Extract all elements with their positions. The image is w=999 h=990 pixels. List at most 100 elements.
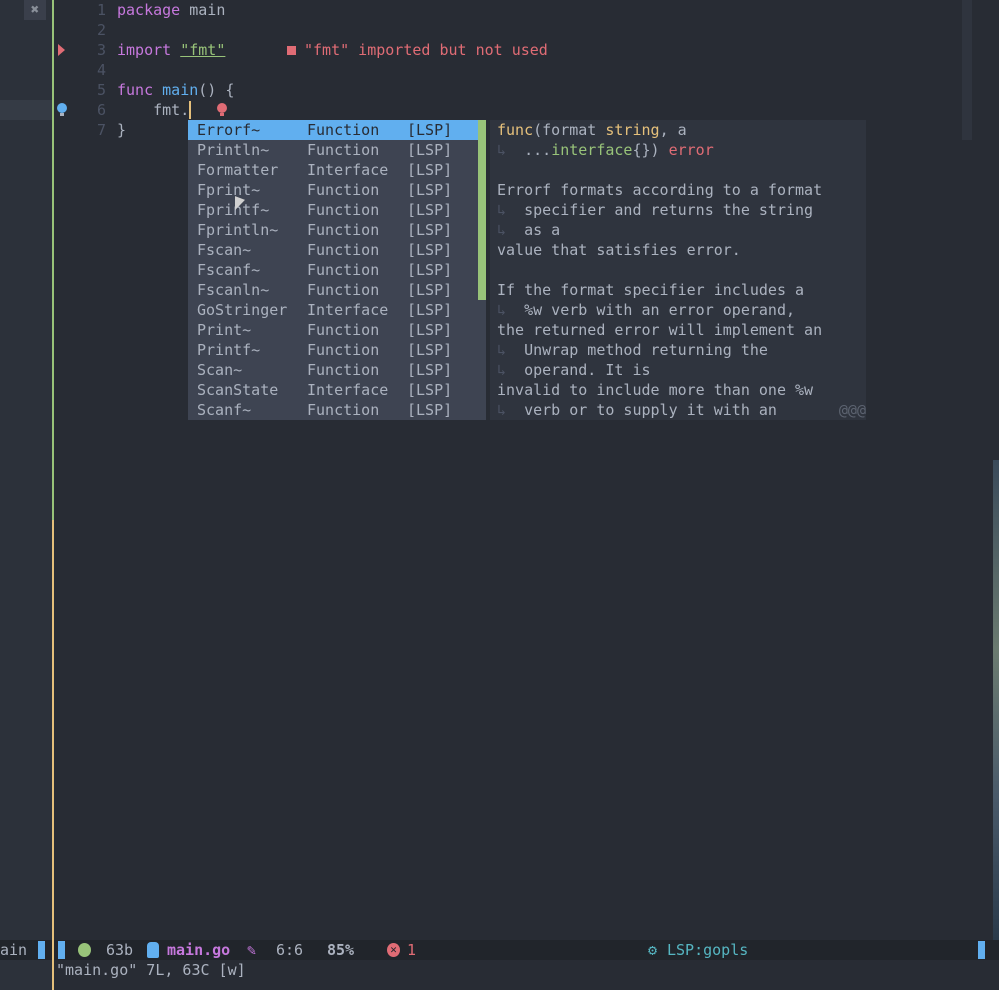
doc-token: value that satisfies error. xyxy=(497,241,741,259)
completion-item[interactable]: GoStringer Interface [LSP] xyxy=(188,300,478,320)
status-percent: 85% xyxy=(327,941,355,959)
doc-token: {}) xyxy=(632,141,669,159)
completion-popup[interactable]: Errorf~ Function [LSP] Println~ Function [LSP… xyxy=(188,120,486,420)
statusline: 63b main.go ✎ 6:6 85% ✕ 1 ⚙ LSP:gopls xyxy=(54,940,999,960)
code-line[interactable]: 3 import "fmt" "fmt" imported but not used xyxy=(54,40,914,60)
completion-item[interactable]: Scanf~ Function [LSP] xyxy=(188,400,478,420)
left-pane-cursorline xyxy=(0,100,52,120)
completion-source: [LSP] xyxy=(407,301,453,319)
doc-line: the returned error will implement an xyxy=(497,320,822,340)
doc-line: ↳ specifier and returns the string xyxy=(497,200,813,220)
code-line[interactable]: 1 package main xyxy=(54,0,914,20)
left-pane-status-text: ain xyxy=(0,941,28,959)
completion-source: [LSP] xyxy=(407,261,453,279)
status-lsp: LSP:gopls xyxy=(667,941,749,959)
completion-source: [LSP] xyxy=(407,341,453,359)
completion-kind: Interface xyxy=(307,381,389,399)
completion-item[interactable]: Formatter Interface [LSP] xyxy=(188,160,478,180)
doc-token: specifier and returns the string xyxy=(506,201,814,219)
completion-source: [LSP] xyxy=(407,121,453,139)
command-line[interactable]: "main.go" 7L, 63C [w] xyxy=(56,960,246,980)
completion-item[interactable]: Fprintf~ Function [LSP] xyxy=(188,200,478,220)
code-text[interactable]: package main xyxy=(117,0,225,20)
status-error-count: 1 xyxy=(407,941,417,959)
completion-item[interactable]: ScanState Interface [LSP] xyxy=(188,380,478,400)
left-split-pane[interactable] xyxy=(0,0,52,990)
doc-token: ↳ xyxy=(497,401,507,419)
line-number: 1 xyxy=(96,1,106,19)
lightbulb-icon[interactable] xyxy=(217,103,227,116)
doc-line: func(format string, a xyxy=(497,120,687,140)
gear-icon: ⚙ xyxy=(648,941,658,959)
completion-scrollbar-thumb[interactable] xyxy=(478,120,486,300)
doc-line: ↳ operand. It is xyxy=(497,360,651,380)
doc-token: Unwrap method returning the xyxy=(506,341,768,359)
completion-item[interactable]: Fprint~ Function [LSP] xyxy=(188,180,478,200)
code-token: } xyxy=(117,121,127,139)
completion-item[interactable]: Fprintln~ Function [LSP] xyxy=(188,220,478,240)
lightbulb-icon[interactable] xyxy=(57,103,67,116)
status-right-block xyxy=(978,941,985,959)
completion-item[interactable]: Println~ Function [LSP] xyxy=(188,140,478,160)
doc-token: ↳ xyxy=(497,361,507,379)
code-text[interactable]: } xyxy=(117,120,126,140)
doc-token: ... xyxy=(506,141,552,159)
doc-line: Errorf formats according to a format xyxy=(497,180,822,200)
completion-source: [LSP] xyxy=(407,141,453,159)
completion-item[interactable]: Scan~ Function [LSP] xyxy=(188,360,478,380)
code-token: "fmt" xyxy=(180,41,226,59)
doc-token: If the format specifier includes a xyxy=(497,281,805,299)
status-position: 6:6 xyxy=(276,941,304,959)
completion-kind: Function xyxy=(307,281,380,299)
completion-kind: Function xyxy=(307,321,380,339)
completion-kind: Interface xyxy=(307,161,389,179)
code-token: fmt. xyxy=(117,101,190,119)
code-text[interactable]: fmt. xyxy=(117,100,192,120)
completion-kind: Function xyxy=(307,201,380,219)
line-number: 6 xyxy=(96,101,106,119)
doc-token: ↳ xyxy=(497,221,507,239)
editor-scrollbar[interactable] xyxy=(962,0,972,140)
doc-token: operand. It is xyxy=(506,361,651,379)
completion-item[interactable]: Fscanln~ Function [LSP] xyxy=(188,280,478,300)
diagnostic-message: "fmt" imported but not used xyxy=(287,40,548,60)
doc-token: ↳ xyxy=(497,301,507,319)
close-icon[interactable]: ✖ xyxy=(24,0,46,20)
completion-kind: Function xyxy=(307,121,380,139)
completion-source: [LSP] xyxy=(407,181,453,199)
completion-name: Fprint~ xyxy=(197,181,261,199)
completion-item[interactable]: Printf~ Function [LSP] xyxy=(188,340,478,360)
completion-name: Fscan~ xyxy=(197,241,252,259)
doc-line: ↳ verb or to supply it with an xyxy=(497,400,777,420)
completion-name: Scan~ xyxy=(197,361,243,379)
error-square-icon xyxy=(287,46,296,55)
code-text[interactable]: import "fmt" xyxy=(117,40,225,60)
code-token: main xyxy=(180,1,226,19)
code-token: main xyxy=(162,81,199,99)
doc-token: ↳ xyxy=(497,201,507,219)
diagnostic-text: "fmt" imported but not used xyxy=(304,41,548,59)
completion-item[interactable]: Errorf~ Function [LSP] xyxy=(188,120,478,140)
completion-source: [LSP] xyxy=(407,401,453,419)
doc-token: string xyxy=(605,121,660,139)
code-line[interactable]: 2 xyxy=(54,20,914,40)
owl-icon xyxy=(147,942,159,958)
code-line[interactable]: 6 fmt. xyxy=(54,100,914,120)
doc-line: ↳ %w verb with an error operand, xyxy=(497,300,795,320)
completion-item[interactable]: Fscanf~ Function [LSP] xyxy=(188,260,478,280)
completion-source: [LSP] xyxy=(407,321,453,339)
completion-item[interactable]: Fscan~ Function [LSP] xyxy=(188,240,478,260)
completion-item[interactable]: Print~ Function [LSP] xyxy=(188,320,478,340)
code-line[interactable]: 4 xyxy=(54,60,914,80)
android-icon xyxy=(78,943,91,957)
doc-truncation-marker: @@@ xyxy=(838,401,866,419)
code-text[interactable]: func main() { xyxy=(117,80,234,100)
completion-kind: Function xyxy=(307,361,380,379)
doc-token: invalid to include more than one %w xyxy=(497,381,814,399)
code-token: package xyxy=(117,1,181,19)
code-line[interactable]: 5 func main() { xyxy=(54,80,914,100)
completion-source: [LSP] xyxy=(407,201,453,219)
completion-name: ScanState xyxy=(197,381,279,399)
doc-token: ↳ xyxy=(497,141,507,159)
